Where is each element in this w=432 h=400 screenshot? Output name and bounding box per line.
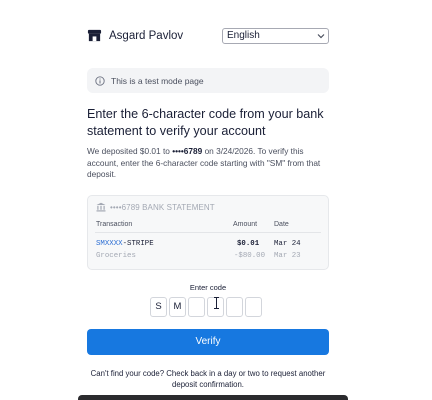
description-part1: We deposited $0.01 to	[87, 146, 173, 156]
help-text: Can't find your code? Check back in a da…	[90, 369, 326, 389]
info-icon	[95, 75, 105, 86]
text-cursor-icon	[214, 297, 219, 309]
column-header-transaction: Transaction	[96, 221, 133, 228]
column-header-amount: Amount	[233, 221, 258, 228]
statement-header: ••••6789 BANK STATEMENT	[96, 202, 215, 212]
bank-icon	[96, 202, 106, 212]
brand-name: Asgard Pavlov	[109, 29, 184, 42]
code-char-input-5[interactable]	[226, 297, 243, 317]
row-2-date: Mar 23	[274, 252, 301, 260]
page-title: Enter the 6-character code from your ban…	[87, 107, 324, 138]
row-1-code-highlight: SMXXXX	[96, 240, 123, 248]
row-1-date: Mar 24	[274, 240, 301, 248]
description-account: ••••6789	[172, 146, 203, 156]
row-2-amount: -$80.00	[234, 252, 266, 260]
verification-page: Asgard Pavlov English This is a test mod…	[0, 0, 432, 400]
description: We deposited $0.01 to ••••6789 on 3/24/2…	[87, 146, 337, 181]
code-char-input-2[interactable]: M	[169, 297, 186, 317]
row-1-transaction-rest: -STRIPE	[122, 240, 154, 248]
statement-title: ••••6789 BANK STATEMENT	[110, 202, 215, 212]
bank-statement-card: ••••6789 BANK STATEMENT Transaction Amou…	[87, 195, 329, 270]
column-header-date: Date	[274, 221, 289, 228]
header-divider	[95, 232, 321, 233]
language-select-value: English	[227, 30, 260, 41]
chevron-down-icon	[317, 34, 325, 39]
code-char-input-6[interactable]	[245, 297, 262, 317]
bottom-overlay-bar	[78, 395, 348, 400]
row-1-transaction: SMXXXX-STRIPE	[96, 240, 154, 248]
row-1-amount: $0.01	[237, 240, 260, 248]
row-2-transaction: Groceries	[96, 252, 136, 260]
code-input-group: S M	[150, 297, 264, 317]
test-mode-banner: This is a test mode page	[87, 68, 329, 93]
verify-button[interactable]: Verify	[87, 329, 329, 355]
header: Asgard Pavlov English	[87, 27, 329, 47]
brand: Asgard Pavlov	[87, 28, 183, 43]
code-char-input-3[interactable]	[188, 297, 205, 317]
store-icon	[87, 29, 102, 42]
enter-code-label: Enter code	[189, 283, 227, 292]
banner-text: This is a test mode page	[111, 75, 204, 86]
code-char-input-1[interactable]: S	[150, 297, 167, 317]
language-select[interactable]: English	[222, 28, 329, 44]
